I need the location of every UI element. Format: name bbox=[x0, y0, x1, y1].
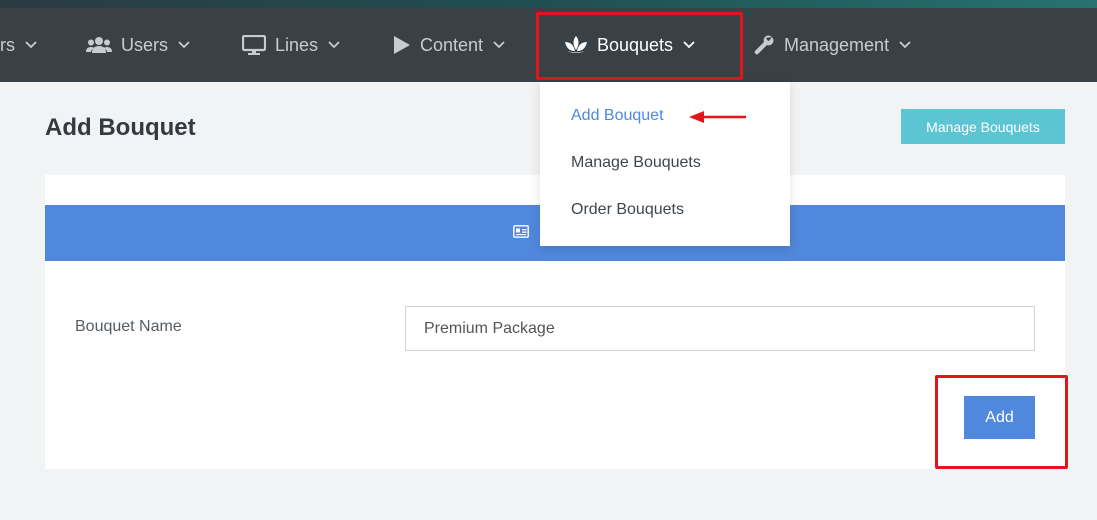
red-arrow-icon bbox=[689, 111, 746, 123]
id-card-icon bbox=[513, 225, 529, 243]
chevron-down-icon bbox=[493, 41, 505, 49]
lotus-icon bbox=[564, 36, 588, 54]
chevron-down-icon bbox=[683, 41, 695, 49]
chevron-down-icon bbox=[25, 41, 37, 49]
add-button[interactable]: Add bbox=[964, 396, 1035, 439]
nav-item-content[interactable]: Content bbox=[393, 8, 505, 82]
wrench-icon bbox=[753, 34, 775, 56]
chevron-down-icon bbox=[328, 41, 340, 49]
nav-item-users[interactable]: Users bbox=[86, 8, 190, 82]
bouquet-name-input[interactable] bbox=[405, 306, 1035, 351]
bouquets-dropdown-menu: Add Bouquet Manage Bouquets Order Bouque… bbox=[540, 82, 790, 246]
top-accent-strip bbox=[0, 0, 1097, 8]
top-navbar: rs Users Lines Content Bouquets Manageme… bbox=[0, 8, 1097, 82]
nav-item-label: Users bbox=[121, 34, 169, 55]
chevron-down-icon bbox=[899, 41, 911, 49]
nav-item-label: rs bbox=[0, 34, 15, 55]
dropdown-item-order-bouquets[interactable]: Order Bouquets bbox=[571, 201, 684, 219]
nav-item-management[interactable]: Management bbox=[753, 8, 911, 82]
nav-item-label: Management bbox=[784, 34, 890, 55]
manage-bouquets-button[interactable]: Manage Bouquets bbox=[901, 109, 1065, 144]
monitor-icon bbox=[242, 35, 266, 55]
dropdown-item-manage-bouquets[interactable]: Manage Bouquets bbox=[571, 154, 701, 172]
nav-item-label: Content bbox=[420, 34, 484, 55]
page-title: Add Bouquet bbox=[45, 114, 196, 141]
nav-item-lines[interactable]: Lines bbox=[242, 8, 340, 82]
play-icon bbox=[393, 35, 411, 55]
nav-item-truncated[interactable]: rs bbox=[0, 8, 37, 82]
nav-item-bouquets[interactable]: Bouquets bbox=[564, 8, 695, 82]
bouquet-name-label: Bouquet Name bbox=[75, 318, 182, 335]
nav-item-label: Bouquets bbox=[597, 34, 674, 55]
users-icon bbox=[86, 36, 112, 54]
chevron-down-icon bbox=[178, 41, 190, 49]
nav-item-label: Lines bbox=[275, 34, 319, 55]
dropdown-item-add-bouquet[interactable]: Add Bouquet bbox=[571, 107, 664, 125]
